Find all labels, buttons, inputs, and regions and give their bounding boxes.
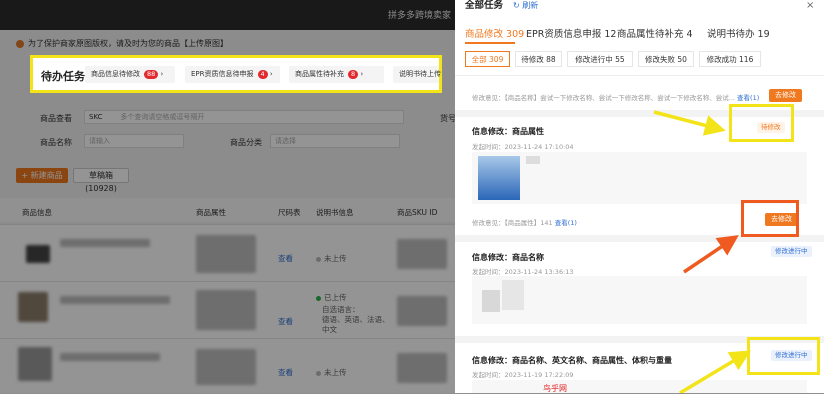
arrow bbox=[683, 235, 739, 274]
watermark: 鸟乎网 bbox=[543, 384, 567, 393]
arrow bbox=[653, 110, 726, 136]
arrow bbox=[679, 350, 752, 393]
annotation-arrows bbox=[653, 110, 752, 393]
